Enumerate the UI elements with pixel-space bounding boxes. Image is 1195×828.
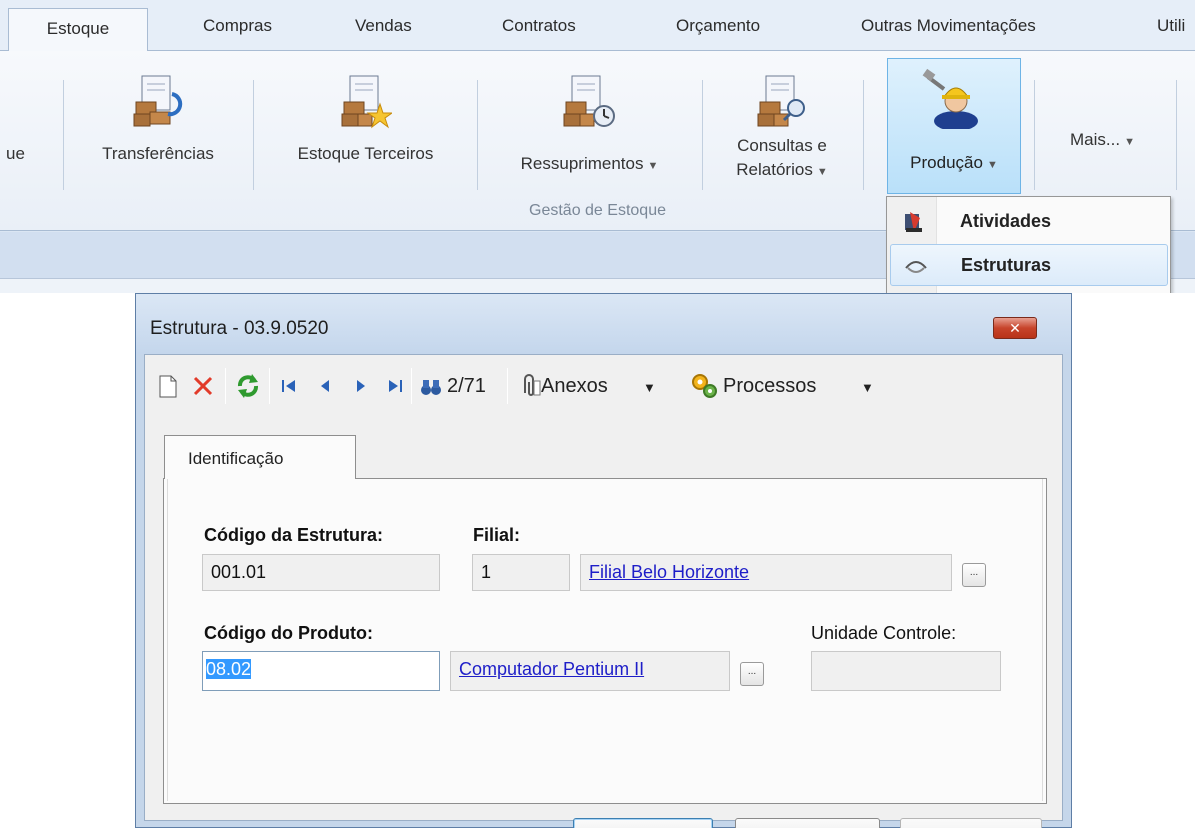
- transferencias-label: Transferências: [102, 144, 214, 163]
- estoque-terceiros-button[interactable]: Estoque Terceiros: [268, 60, 463, 190]
- processos-label: Processos: [723, 375, 817, 397]
- gears-icon: [692, 374, 717, 398]
- atividades-label: Atividades: [960, 211, 1052, 231]
- transfer-boxes-icon: [133, 75, 183, 127]
- search-binoculars-icon[interactable]: [419, 372, 443, 400]
- identificacao-panel: Código da Estrutura: 001.01 Filial: 1 Fi…: [163, 478, 1047, 804]
- tab-identificacao[interactable]: Identificação: [164, 435, 356, 479]
- codigo-produto-value: 08.02: [206, 659, 252, 679]
- record-counter: 2/71: [447, 375, 486, 397]
- menu-item-estruturas[interactable]: Estruturas: [890, 244, 1168, 286]
- ribbon-separator: [1034, 80, 1035, 190]
- estoque-button[interactable]: ue: [0, 60, 60, 190]
- producao-text: Produção: [910, 153, 983, 172]
- refresh-icon[interactable]: [235, 372, 261, 400]
- dialog-toolbar: 2/71 Anexos ▼ Processos ▼: [145, 355, 1062, 415]
- dialog-title: Estrutura - 03.9.0520: [150, 318, 329, 339]
- ribbon-separator: [702, 80, 703, 190]
- tab-utilitarios[interactable]: Utili: [1157, 16, 1185, 36]
- dropdown-arrow-icon: ▼: [986, 159, 998, 171]
- ribbon-separator: [253, 80, 254, 190]
- tab-contratos[interactable]: Contratos: [502, 16, 576, 36]
- filial-label: Filial:: [473, 525, 521, 545]
- filial-name-field: Filial Belo Horizonte: [580, 554, 952, 591]
- ok-button[interactable]: OK: [573, 818, 713, 828]
- codigo-estrutura-field: 001.01: [202, 554, 440, 591]
- consultas-label-line1: Consultas e: [737, 136, 827, 155]
- toolbar-separator: [411, 368, 412, 404]
- ressuprimentos-text: Ressuprimentos: [520, 154, 644, 173]
- codigo-produto-input[interactable]: 08.02: [202, 651, 440, 691]
- codigo-estrutura-label: Código da Estrutura:: [204, 525, 383, 545]
- ressuprimentos-label: Ressuprimentos ▼: [492, 154, 687, 174]
- dialog-titlebar[interactable]: Estrutura - 03.9.0520 ✕: [136, 294, 1071, 354]
- estoque-button-label: ue: [6, 144, 25, 163]
- dialog-client-area: 2/71 Anexos ▼ Processos ▼ Identificação …: [144, 354, 1063, 828]
- producao-button[interactable]: Produção ▼: [887, 58, 1021, 194]
- tab-estoque[interactable]: Estoque: [8, 8, 148, 52]
- estruturas-label: Estruturas: [961, 255, 1052, 275]
- dropdown-arrow-icon: ▼: [816, 166, 828, 178]
- previous-record-icon[interactable]: [315, 372, 335, 400]
- toolbar-separator: [507, 368, 508, 404]
- dropdown-arrow-icon: ▼: [647, 160, 659, 172]
- last-record-icon[interactable]: [385, 372, 405, 400]
- delete-icon[interactable]: [191, 372, 215, 400]
- new-record-icon[interactable]: [157, 372, 179, 400]
- next-record-icon[interactable]: [351, 372, 371, 400]
- consultas-relatorios-button[interactable]: Consultas e Relatórios ▼: [712, 60, 852, 190]
- ressuprimentos-button[interactable]: Ressuprimentos ▼: [492, 60, 687, 190]
- processos-button[interactable]: Processos ▼: [689, 371, 879, 399]
- tab-outras-movimentacoes[interactable]: Outras Movimentações: [861, 16, 1036, 36]
- structure-icon: [905, 261, 927, 273]
- activity-icon: [905, 212, 922, 232]
- ribbon-separator: [63, 80, 64, 190]
- menu-item-atividades[interactable]: Atividades: [890, 201, 1168, 243]
- reports-icon: [757, 75, 805, 127]
- filial-lookup-button[interactable]: ...: [962, 563, 986, 587]
- toolbar-separator: [269, 368, 270, 404]
- estrutura-dialog: Estrutura - 03.9.0520 ✕ 2/71 Anexos ▼ Pr…: [135, 293, 1072, 828]
- filial-name-link[interactable]: Filial Belo Horizonte: [589, 562, 749, 582]
- ribbon-tab-strip: Estoque Compras Vendas Contratos Orçamen…: [0, 0, 1195, 52]
- unidade-controle-label: Unidade Controle:: [811, 623, 957, 643]
- produto-description-link[interactable]: Computador Pentium II: [459, 659, 644, 679]
- mais-label: Mais... ▼: [1040, 130, 1165, 150]
- produto-description-field: Computador Pentium II: [450, 651, 730, 691]
- produto-lookup-button[interactable]: ...: [740, 662, 764, 686]
- paperclip-icon: [524, 374, 541, 396]
- third-party-stock-icon: [341, 75, 392, 129]
- ribbon-separator: [863, 80, 864, 190]
- consultas-label-line2: Relatórios ▼: [712, 160, 852, 180]
- filial-code-field[interactable]: 1: [472, 554, 570, 591]
- dropdown-arrow-icon: ▼: [1124, 136, 1135, 148]
- salvar-button[interactable]: Salvar: [900, 818, 1042, 828]
- anexos-label: Anexos: [541, 375, 608, 397]
- consultas-line2-text: Relatórios: [736, 160, 813, 179]
- dropdown-arrow-icon: ▼: [861, 380, 874, 395]
- dropdown-arrow-icon: ▼: [643, 380, 656, 395]
- unidade-controle-field: [811, 651, 1001, 691]
- resupply-icon: [563, 75, 615, 127]
- anexos-button[interactable]: Anexos ▼: [519, 371, 679, 399]
- mais-text: Mais...: [1070, 130, 1121, 149]
- worker-icon: [922, 68, 978, 129]
- toolbar-separator: [225, 368, 226, 404]
- cancelar-button[interactable]: Cancelar: [735, 818, 880, 828]
- close-button[interactable]: ✕: [993, 317, 1037, 339]
- first-record-icon[interactable]: [279, 372, 299, 400]
- ribbon-separator: [1176, 80, 1177, 190]
- estoque-terceiros-label: Estoque Terceiros: [297, 144, 434, 163]
- transferencias-button[interactable]: Transferências: [78, 60, 238, 190]
- producao-dropdown-menu: Atividades Estruturas: [886, 196, 1171, 293]
- tab-compras[interactable]: Compras: [203, 16, 272, 36]
- mais-button[interactable]: Mais... ▼: [1040, 60, 1165, 190]
- tab-orcamento[interactable]: Orçamento: [676, 16, 760, 36]
- tab-vendas[interactable]: Vendas: [355, 16, 412, 36]
- ribbon-separator: [477, 80, 478, 190]
- ribbon: Estoque Compras Vendas Contratos Orçamen…: [0, 0, 1195, 293]
- close-icon: ✕: [1009, 320, 1021, 336]
- codigo-produto-label: Código do Produto:: [204, 623, 373, 643]
- producao-label: Produção ▼: [888, 153, 1020, 173]
